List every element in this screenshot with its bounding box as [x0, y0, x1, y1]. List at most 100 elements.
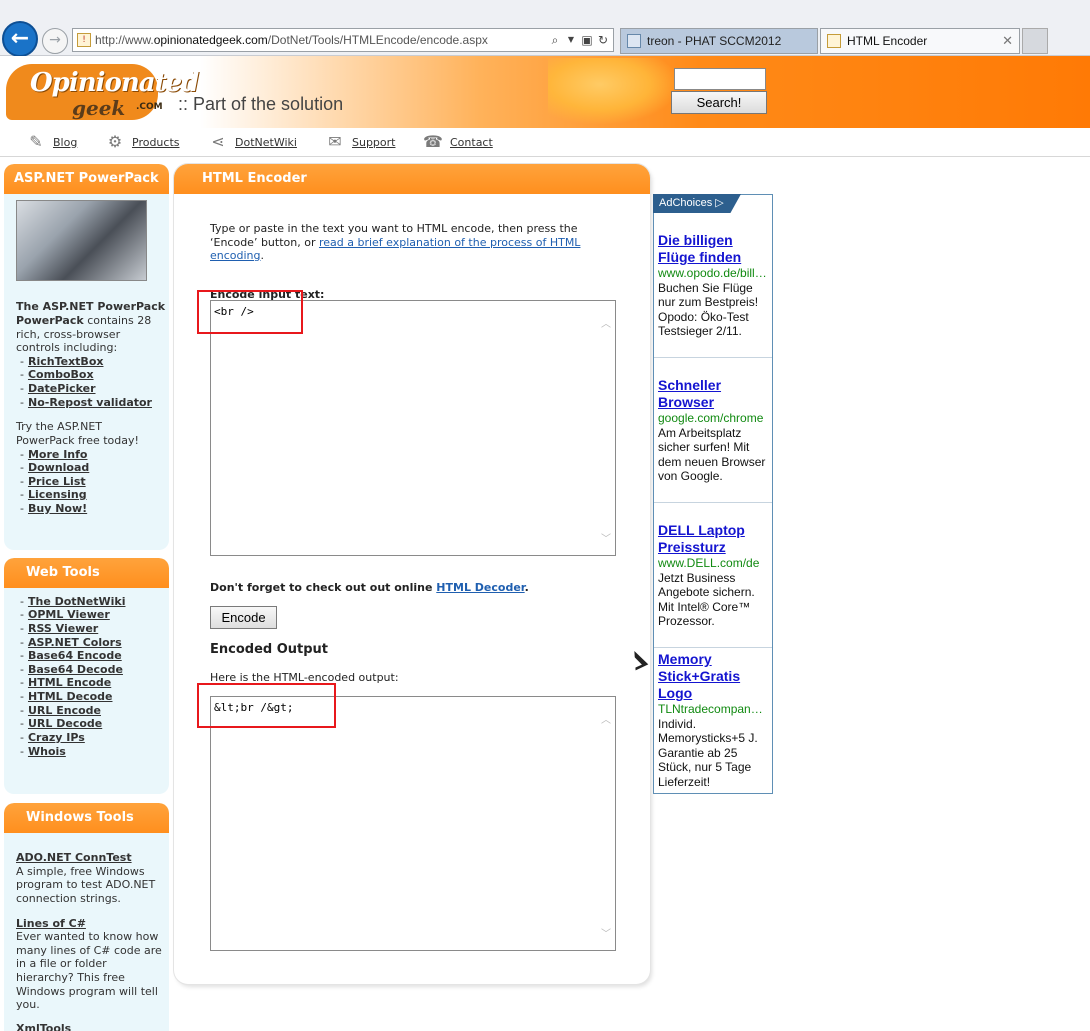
tool-description: connection strings. — [16, 892, 121, 905]
sidebar-link-xmltools[interactable]: XmlTools — [16, 1022, 71, 1031]
sidebar-link-base64-encode[interactable]: - Base64 Encode — [20, 649, 122, 662]
new-tab-button[interactable] — [1022, 28, 1048, 54]
divider — [654, 357, 772, 358]
decoder-note: Don't forget to check out out online HTM… — [210, 581, 529, 594]
powerpack-intro-line: controls including: — [16, 341, 118, 354]
tab-html-encoder[interactable]: HTML Encoder ✕ — [820, 28, 1020, 54]
encode-input-textarea[interactable]: <br /> ︿ ﹀ — [210, 300, 616, 556]
mail-icon: ✉ — [328, 132, 342, 151]
tagline: :: Part of the solution — [178, 94, 344, 114]
scroll-up-icon[interactable]: ︿ — [601, 711, 611, 726]
panel-title: ASP.NET PowerPack — [4, 164, 169, 194]
forward-button[interactable]: → — [42, 28, 68, 54]
logo-text: Opinionated — [30, 68, 199, 98]
logo-text: .COM — [136, 102, 163, 112]
tab-favicon-icon — [627, 34, 641, 48]
ad-url[interactable]: google.com/chrome — [658, 411, 768, 426]
encoded-output-textarea[interactable]: &lt;br /&gt; ︿ ﹀ — [210, 696, 616, 951]
panel-title: Windows Tools — [4, 803, 169, 833]
sidebar-link-whois[interactable]: - Whois — [20, 745, 66, 758]
play-icon: ▷ — [715, 197, 724, 209]
tool-description: A simple, free Windows — [16, 865, 145, 878]
nav-item-products[interactable]: ⚙ Products — [104, 131, 180, 153]
sidebar-link-dotnetwiki[interactable]: - The DotNetWiki — [20, 595, 125, 608]
nav-item-blog[interactable]: ✎ Blog — [25, 131, 77, 153]
nav-item-contact[interactable]: ☎ Contact — [422, 131, 493, 153]
scroll-down-icon[interactable]: ﹀ — [601, 530, 611, 545]
search-button[interactable]: Search! — [671, 91, 767, 114]
sidebar-link-price-list[interactable]: - Price List — [20, 475, 86, 488]
sidebar-link-datepicker[interactable]: - DatePicker — [20, 382, 96, 395]
sidebar-link-html-encode[interactable]: - HTML Encode — [20, 676, 111, 689]
highlight-box — [197, 683, 336, 728]
blog-icon: ✎ — [29, 132, 43, 151]
ad-title[interactable]: Die billigen Flüge finden — [658, 232, 768, 266]
ad-text: Jetzt Business Angebote sichern. Mit Int… — [658, 570, 755, 629]
sidebar-link-adonet-conntest[interactable]: ADO.NET ConnTest — [16, 851, 132, 864]
tool-description: you. — [16, 998, 40, 1011]
ad-item[interactable]: Schneller Browser google.com/chrome Am A… — [658, 377, 768, 484]
close-icon[interactable]: ✕ — [1002, 29, 1013, 53]
sidebar-link-more-info[interactable]: - More Info — [20, 448, 87, 461]
sidebar-link-rss-viewer[interactable]: - RSS Viewer — [20, 622, 98, 635]
ad-item[interactable]: Die billigen Flüge finden www.opodo.de/b… — [658, 232, 768, 339]
address-bar[interactable]: ! http://www.opinionatedgeek.com/DotNet/… — [72, 28, 614, 52]
ad-item[interactable]: Memory Stick+Gratis Logo TLNtradecompan…… — [658, 651, 768, 790]
sidebar-link-url-encode[interactable]: - URL Encode — [20, 704, 101, 717]
sidebar-link-licensing[interactable]: - Licensing — [20, 488, 87, 501]
sidebar-link-combobox[interactable]: - ComboBox — [20, 368, 94, 381]
scroll-up-icon[interactable]: ︿ — [601, 315, 611, 330]
sidebar-link-url-decode[interactable]: - URL Decode — [20, 717, 102, 730]
gear-icon: ⚙ — [107, 132, 123, 151]
dropdown-icon[interactable]: ▼ — [563, 32, 579, 48]
ad-text: Buchen Sie Flüge nur zum Bestpreis! Opod… — [658, 280, 759, 339]
refresh-icon[interactable]: ↻ — [595, 32, 611, 48]
sidebar-link-opml-viewer[interactable]: - OPML Viewer — [20, 608, 110, 621]
site-favicon-icon: ! — [77, 33, 91, 47]
sidebar-link-html-decode[interactable]: - HTML Decode — [20, 690, 112, 703]
powerpack-intro-line: PowerPack contains 28 — [16, 314, 152, 327]
address-url[interactable]: http://www.opinionatedgeek.com/DotNet/To… — [95, 33, 488, 47]
sidebar-link-base64-decode[interactable]: - Base64 Decode — [20, 663, 123, 676]
tool-description: program to test ADO.NET — [16, 878, 156, 891]
scroll-down-icon[interactable]: ﹀ — [601, 925, 611, 940]
sidebar-link-crazy-ips[interactable]: - Crazy IPs — [20, 731, 85, 744]
tab-favicon-icon — [827, 34, 841, 48]
tab-label: HTML Encoder — [847, 34, 928, 48]
ad-title[interactable]: Schneller Browser — [658, 377, 768, 411]
encode-button[interactable]: Encode — [210, 606, 277, 629]
ad-text: Am Arbeitsplatz sicher surfen! Mit dem n… — [658, 425, 766, 484]
logo-text: geek — [72, 96, 126, 120]
sidebar-link-download[interactable]: - Download — [20, 461, 89, 474]
tab-treon[interactable]: treon - PHAT SCCM2012 — [620, 28, 818, 54]
sidebar-link-aspnet-colors[interactable]: - ASP.NET Colors — [20, 636, 122, 649]
search-icon[interactable]: ⌕ — [547, 32, 563, 48]
search-input[interactable] — [674, 68, 766, 90]
tool-description: in a file or folder — [16, 957, 107, 970]
world-map-graphic — [548, 58, 678, 124]
tool-description: Ever wanted to know how — [16, 930, 159, 943]
panel-title: Web Tools — [4, 558, 169, 588]
sidebar-link-lines-of-csharp[interactable]: Lines of C# — [16, 917, 86, 930]
compat-view-icon[interactable]: ▣ — [579, 32, 595, 48]
adchoices-badge[interactable]: AdChoices ▷ — [653, 194, 741, 213]
sidebar-link-buy-now[interactable]: - Buy Now! — [20, 502, 87, 515]
divider — [654, 647, 772, 648]
ad-url[interactable]: TLNtradecompan… — [658, 702, 768, 717]
ad-title[interactable]: DELL Laptop Preissturz — [658, 522, 768, 556]
highlight-box — [197, 290, 303, 334]
sidebar-link-richtextbox[interactable]: - RichTextBox — [20, 355, 103, 368]
ad-url[interactable]: www.opodo.de/bill… — [658, 266, 768, 281]
tool-description: hierarchy? This free — [16, 971, 125, 984]
back-button[interactable]: ← — [2, 21, 38, 57]
sidebar-link-norepost[interactable]: - No-Repost validator — [20, 396, 152, 409]
divider — [654, 502, 772, 503]
ad-title[interactable]: Memory Stick+Gratis Logo — [658, 651, 768, 702]
powerpack-intro-line: rich, cross-browser — [16, 328, 121, 341]
output-heading: Encoded Output — [210, 642, 329, 657]
nav-item-support[interactable]: ✉ Support — [324, 131, 395, 153]
ad-item[interactable]: DELL Laptop Preissturz www.DELL.com/de J… — [658, 522, 768, 629]
html-decoder-link[interactable]: HTML Decoder — [436, 581, 524, 594]
ad-url[interactable]: www.DELL.com/de — [658, 556, 768, 571]
nav-item-dotnetwiki[interactable]: ⋖ DotNetWiki — [207, 131, 297, 153]
